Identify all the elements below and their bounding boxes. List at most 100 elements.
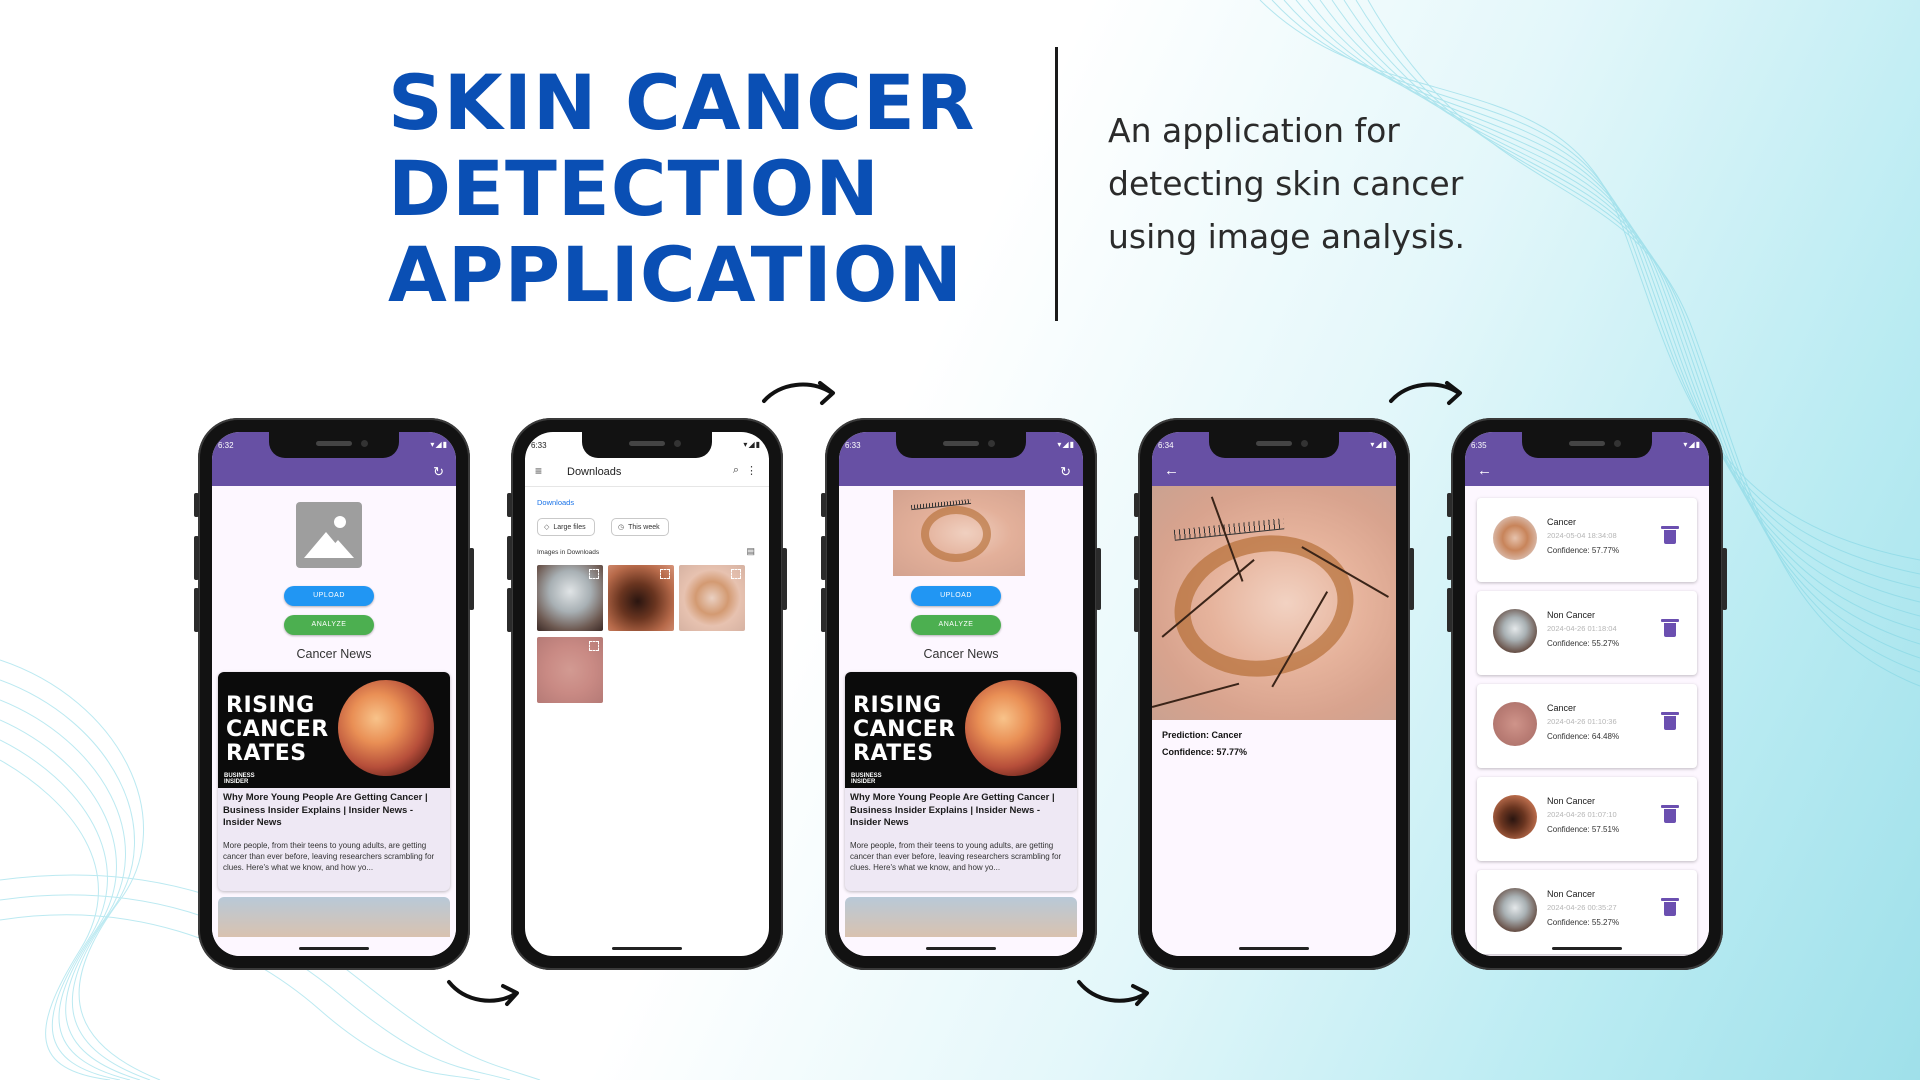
news-thumbnail: RISING CANCER RATES BUSINESS INSIDER [218, 672, 450, 788]
trash-icon[interactable] [1661, 619, 1679, 637]
subtitle-line-2: detecting skin cancer [1108, 164, 1464, 203]
tag-icon: ◇ [544, 524, 550, 531]
phone-side-button [1447, 493, 1452, 517]
status-icons: ▾◢▮ [1370, 440, 1388, 449]
chip-large-files[interactable]: ◇ Large files [537, 518, 595, 536]
image-thumbnail[interactable] [608, 565, 674, 631]
news-image-brand: BUSINESS INSIDER [851, 773, 882, 785]
expand-icon[interactable] [660, 569, 670, 579]
phone-file-picker: 6:33 ▾◢▮ ≡ Downloads ⌕ ⋮ Downloads ◇ Larg… [507, 418, 787, 970]
status-icons: ▾◢▮ [1683, 440, 1701, 449]
phone-screen: 6:33 ▾◢▮ ↻ UPLOAD ANALYZE Cancer News RI… [839, 432, 1083, 956]
trash-icon[interactable] [1661, 805, 1679, 823]
phone-side-button [782, 548, 787, 610]
status-icons: ▾◢▮ [430, 440, 448, 449]
chip-label: Large files [553, 524, 586, 531]
upload-button[interactable]: UPLOAD [911, 586, 1001, 606]
status-time: 6:34 [1158, 441, 1174, 450]
upload-button[interactable]: UPLOAD [284, 586, 374, 606]
analyzed-skin-image [1152, 486, 1396, 720]
history-icon[interactable]: ↻ [433, 464, 444, 480]
phone-side-button [194, 536, 199, 580]
history-item[interactable]: Non Cancer 2024-04-26 01:07:10 Confidenc… [1477, 777, 1697, 861]
history-confidence: Confidence: 57.77% [1547, 546, 1620, 555]
picker-title: Downloads [567, 466, 622, 478]
expand-icon[interactable] [731, 569, 741, 579]
status-time: 6:32 [218, 441, 234, 450]
section-label: Images in Downloads [537, 549, 600, 556]
lesion-ring [1163, 521, 1365, 691]
phone-side-button [1096, 548, 1101, 610]
news-heading: Cancer News [296, 647, 372, 661]
picker-toolbar: ≡ Downloads ⌕ ⋮ [525, 458, 769, 487]
back-arrow-icon[interactable]: ← [1164, 462, 1179, 479]
chip-this-week[interactable]: ◷ This week [611, 518, 669, 536]
history-date: 2024-04-26 01:10:36 [1547, 717, 1617, 726]
clock-icon: ◷ [618, 524, 625, 531]
status-icons: ▾◢▮ [1057, 440, 1075, 449]
news-image-word: RISING [853, 693, 942, 718]
phone-notch [896, 432, 1026, 458]
expand-icon[interactable] [589, 569, 599, 579]
chip-label: This week [628, 524, 660, 531]
back-arrow-icon[interactable]: ← [1477, 462, 1492, 479]
history-confidence: Confidence: 55.27% [1547, 639, 1620, 648]
history-label: Non Cancer [1547, 610, 1596, 620]
phone-home-screen: 6:32 ▾◢▮ ↻ UPLOAD ANALYZE Cancer News RI… [194, 418, 474, 970]
page-subtitle: An application for detecting skin cancer… [1108, 104, 1568, 263]
home-indicator[interactable] [1239, 947, 1309, 950]
phone-side-button [821, 588, 826, 632]
title-divider [1055, 47, 1058, 321]
analyze-button[interactable]: ANALYZE [284, 615, 374, 635]
trash-icon[interactable] [1661, 526, 1679, 544]
news-card[interactable]: RISING CANCER RATES BUSINESS INSIDER Why… [845, 672, 1077, 891]
trash-icon[interactable] [1661, 712, 1679, 730]
expand-icon[interactable] [589, 641, 599, 651]
phone-screen: 6:32 ▾◢▮ ↻ UPLOAD ANALYZE Cancer News RI… [212, 432, 456, 956]
news-card-next[interactable] [845, 897, 1077, 937]
home-indicator[interactable] [612, 947, 682, 950]
page-title: SKIN CANCER DETECTION APPLICATION [388, 60, 975, 318]
more-vert-icon[interactable]: ⋮ [746, 464, 757, 477]
history-icon[interactable]: ↻ [1060, 464, 1071, 480]
lesion-ring [921, 506, 991, 562]
history-thumbnail [1493, 888, 1537, 932]
flow-arrow-2-icon [762, 381, 835, 405]
hamburger-menu-icon[interactable]: ≡ [535, 464, 542, 478]
history-item[interactable]: Non Cancer 2024-04-26 01:18:04 Confidenc… [1477, 591, 1697, 675]
subtitle-line-1: An application for [1108, 111, 1400, 150]
image-thumbnail[interactable] [537, 637, 603, 703]
phone-side-button [194, 588, 199, 632]
phone-side-button [1722, 548, 1727, 610]
cancer-cell-image [338, 680, 434, 776]
phone-side-button [507, 536, 512, 580]
phone-side-button [469, 548, 474, 610]
history-thumbnail [1493, 609, 1537, 653]
news-image-headline: RISING CANCER RATES [226, 694, 329, 766]
list-view-icon[interactable]: ▤ [746, 546, 755, 557]
phone-side-button [1447, 588, 1452, 632]
phone-screen: 6:33 ▾◢▮ ≡ Downloads ⌕ ⋮ Downloads ◇ Larg… [525, 432, 769, 956]
news-image-headline: RISING CANCER RATES [853, 694, 956, 766]
history-label: Non Cancer [1547, 889, 1596, 899]
image-thumbnail[interactable] [537, 565, 603, 631]
phone-screen: 6:35 ▾◢▮ ← Cancer 2024-05-04 18:34:08 Co… [1465, 432, 1709, 956]
news-card-next[interactable] [218, 897, 450, 937]
trash-icon[interactable] [1661, 898, 1679, 916]
search-icon[interactable]: ⌕ [733, 464, 739, 477]
phone-notch [1522, 432, 1652, 458]
history-label: Cancer [1547, 517, 1577, 527]
news-card[interactable]: RISING CANCER RATES BUSINESS INSIDER Why… [218, 672, 450, 891]
analyze-button[interactable]: ANALYZE [911, 615, 1001, 635]
breadcrumb[interactable]: Downloads [537, 498, 574, 507]
home-indicator[interactable] [1552, 947, 1622, 950]
history-item[interactable]: Non Cancer 2024-04-26 00:35:27 Confidenc… [1477, 870, 1697, 954]
history-item[interactable]: Cancer 2024-04-26 01:10:36 Confidence: 6… [1477, 684, 1697, 768]
image-thumbnail[interactable] [679, 565, 745, 631]
history-item[interactable]: Cancer 2024-05-04 18:34:08 Confidence: 5… [1477, 498, 1697, 582]
title-line-3: APPLICATION [388, 230, 963, 319]
home-indicator[interactable] [926, 947, 996, 950]
phone-side-button [1134, 588, 1139, 632]
history-thumbnail [1493, 516, 1537, 560]
home-indicator[interactable] [299, 947, 369, 950]
